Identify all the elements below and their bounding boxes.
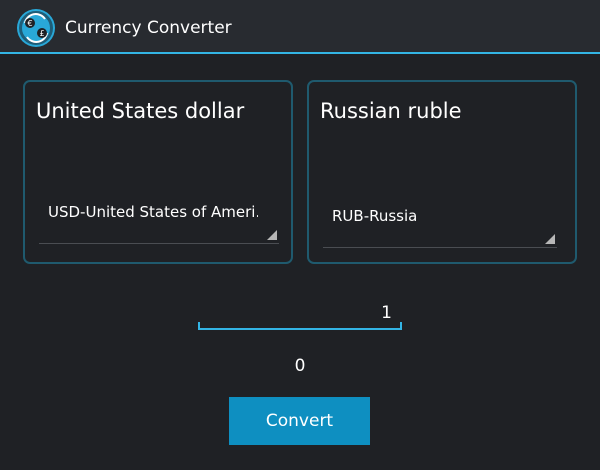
dropdown-arrow-icon bbox=[267, 230, 277, 240]
svg-text:£: £ bbox=[39, 29, 44, 38]
svg-text:€: € bbox=[27, 19, 32, 28]
app-title: Currency Converter bbox=[65, 18, 232, 38]
from-currency-spinner[interactable]: USD-United States of Ameri.. bbox=[39, 200, 279, 244]
to-currency-selected: RUB-Russia bbox=[332, 207, 418, 225]
to-currency-card: Russian ruble RUB-Russia bbox=[307, 80, 577, 264]
from-currency-title: United States dollar bbox=[36, 99, 245, 123]
conversion-result: 0 bbox=[294, 356, 306, 376]
amount-value: 1 bbox=[381, 303, 392, 323]
amount-input[interactable]: 1 bbox=[198, 300, 402, 330]
from-currency-card: United States dollar USD-United States o… bbox=[23, 80, 293, 264]
to-currency-spinner[interactable]: RUB-Russia bbox=[323, 204, 557, 248]
action-bar: € £ Currency Converter bbox=[0, 0, 600, 54]
dropdown-arrow-icon bbox=[545, 234, 555, 244]
convert-button[interactable]: Convert bbox=[229, 397, 370, 445]
from-currency-selected: USD-United States of Ameri.. bbox=[48, 203, 258, 221]
to-currency-title: Russian ruble bbox=[320, 99, 462, 123]
currency-exchange-icon[interactable]: € £ bbox=[16, 8, 56, 48]
